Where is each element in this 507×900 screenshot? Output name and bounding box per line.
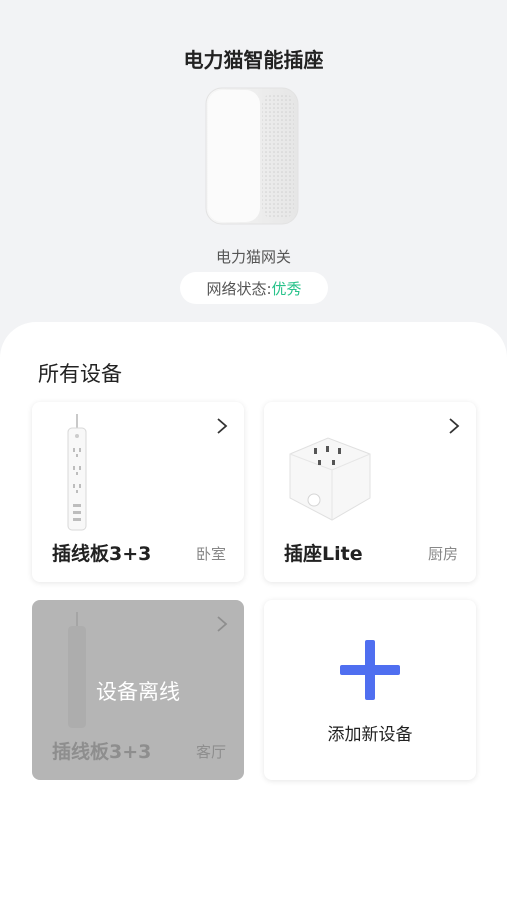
devices-panel: 所有设备 插线板3+3 卧室 插座Lite 厨房 设备离线 插线板3+3 客厅 … [0,322,507,900]
device-room: 卧室 [195,545,226,563]
network-status-label: 网络状态: [206,279,272,298]
power-strip-image [68,612,86,728]
chevron-right-icon [449,418,460,434]
network-status-value: 优秀 [271,279,302,298]
network-status-badge: 网络状态: 优秀 [180,272,328,304]
add-device-label: 添加新设备 [327,725,413,745]
gateway-name: 电力猫网关 [215,248,291,266]
page-title: 电力猫智能插座 [183,48,324,72]
device-card-smart-plug-kitchen[interactable]: 插座Lite 厨房 [264,402,476,582]
device-card-power-strip-bedroom[interactable]: 插线板3+3 卧室 [32,402,244,582]
device-name: 插线板3+3 [52,741,152,763]
chevron-right-icon [217,616,228,632]
offline-status-text: 设备离线 [96,680,180,704]
power-strip-image [67,414,87,531]
add-device-button[interactable]: 添加新设备 [264,600,476,780]
chevron-right-icon [217,418,228,434]
header: 电力猫智能插座 电力猫网关 网络状态: 优秀 [0,0,507,340]
section-title: 所有设备 [38,362,122,386]
gateway-image [205,87,299,225]
plus-icon [340,640,400,700]
device-room: 厨房 [427,545,458,563]
device-name: 插线板3+3 [52,543,152,565]
device-name: 插座Lite [284,543,363,565]
smart-plug-image [289,437,371,521]
device-card-power-strip-offline[interactable]: 设备离线 插线板3+3 客厅 [32,600,244,780]
device-room: 客厅 [195,743,226,761]
